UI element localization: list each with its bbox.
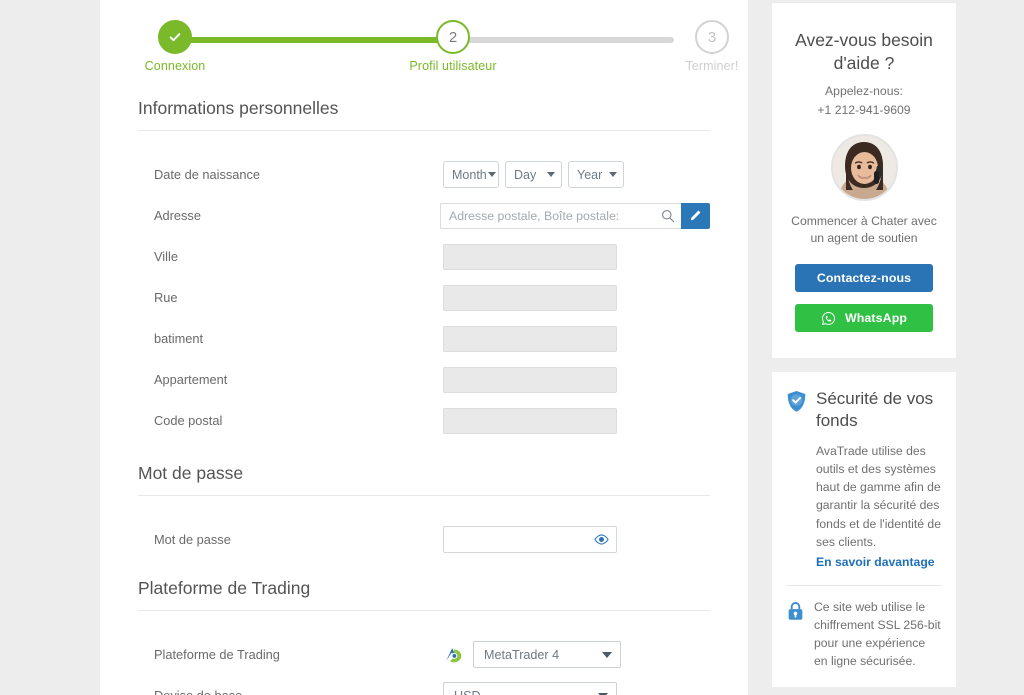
section-title-password: Mot de passe [138,463,710,496]
street-input[interactable] [443,284,617,311]
birthdate-selects: Month Day Year [443,161,630,188]
whatsapp-button-label: WhatsApp [844,311,908,326]
field-row-postal-code: Code postal [138,400,710,441]
field-row-password: Mot de passe [138,519,710,560]
field-row-trading-platform: Plateforme de Trading MetaTrader 4 [138,634,710,675]
password-control [443,526,617,553]
contact-us-button[interactable]: Contactez-nous [795,264,933,293]
postal-code-input[interactable] [443,407,617,434]
address-placeholder: Adresse postale, Boîte postale: [449,208,620,223]
field-row-building: batiment [138,318,710,359]
security-divider [786,584,942,586]
section-title-trading-platform: Plateforme de Trading [138,578,710,611]
label-base-currency: Devise de base [138,688,443,695]
trading-platform-value: MetaTrader 4 [484,647,560,662]
address-control: Adresse postale, Boîte postale: [440,202,710,229]
building-control [443,325,617,352]
city-input[interactable] [443,243,617,270]
password-fields-area: Mot de passe [100,519,748,560]
stepper-step-terminer[interactable]: 3 Terminer! [657,20,767,73]
stepper-label-2: Profil utilisateur [409,59,497,73]
pencil-icon [690,210,701,221]
label-postal-code: Code postal [154,413,223,428]
apartment-input[interactable] [443,366,617,393]
city-control [443,243,617,270]
security-panel: Sécurité de vos fonds AvaTrade utilise d… [772,372,956,687]
security-panel-header: Sécurité de vos fonds [786,388,942,432]
registration-form-card: Connexion 2 Profil utilisateur 3 Termine… [100,0,748,695]
lock-icon [788,601,803,620]
birthdate-day-select[interactable]: Day [505,161,562,188]
metatrader-logo-icon [446,647,462,662]
label-city: Ville [154,249,178,264]
security-panel-title: Sécurité de vos fonds [816,389,934,430]
birthdate-month-select[interactable]: Month [443,161,499,188]
help-panel-title: Avez-vous besoin d'aide ? [795,30,933,74]
shield-check-icon [787,391,806,412]
label-building: batiment [154,331,204,346]
eye-icon[interactable] [594,534,609,545]
chevron-down-icon [602,651,612,658]
progress-stepper: Connexion 2 Profil utilisateur 3 Termine… [138,20,738,82]
label-password: Mot de passe [154,532,231,547]
stepper-circle-2: 2 [436,20,470,54]
section-title-personal-info: Informations personnelles [138,98,710,131]
search-icon [662,209,675,222]
birthdate-year-value: Year [577,167,603,182]
birthdate-year-select[interactable]: Year [568,161,624,188]
check-icon [169,33,181,42]
call-us-label: Appelez-nous: [825,84,903,99]
security-panel-body: AvaTrade utilise des outils et des systè… [816,443,941,549]
label-street: Rue [154,290,178,305]
field-row-birthdate: Date de naissance Month Day Year [138,154,710,195]
building-input[interactable] [443,325,617,352]
field-row-city: Ville [138,236,710,277]
chat-invite-text: Commencer à Chater avec un agent de sout… [791,213,937,246]
whatsapp-icon [821,311,835,325]
address-input[interactable]: Adresse postale, Boîte postale: [440,202,681,229]
agent-photo [832,135,896,199]
birthdate-month-value: Month [452,167,487,182]
label-apartment: Appartement [154,372,228,387]
learn-more-link[interactable]: En savoir davantage [816,553,942,571]
chevron-down-icon [487,172,496,177]
field-row-base-currency: Devise de base USD [138,675,710,695]
stepper-step-connexion[interactable]: Connexion [120,20,230,73]
stepper-label-1: Connexion [144,59,206,73]
stepper-label-3: Terminer! [685,59,739,73]
right-sidebar: Avez-vous besoin d'aide ? Appelez-nous: … [772,0,956,687]
street-control [443,284,617,311]
help-panel: Avez-vous besoin d'aide ? Appelez-nous: … [772,3,956,358]
platform-fields-area: Plateforme de Trading MetaTrader 4 Devis… [100,634,748,695]
ssl-notice: Ce site web utilise le chiffrement SSL 2… [786,598,942,671]
password-input-wrapper[interactable] [443,526,617,553]
chevron-down-icon [547,172,555,177]
trading-platform-control: MetaTrader 4 [443,641,621,668]
label-trading-platform: Plateforme de Trading [154,647,280,662]
birthdate-day-value: Day [514,167,537,182]
base-currency-control: USD [443,682,617,695]
chevron-down-icon [609,172,617,177]
phone-number[interactable]: +1 212-941-9609 [786,101,942,119]
field-row-apartment: Appartement [138,359,710,400]
field-row-address: Adresse Adresse postale, Boîte postale: [138,195,710,236]
stepper-circle-1 [158,20,192,54]
stepper-circle-3: 3 [695,20,729,54]
base-currency-select[interactable]: USD [443,682,617,695]
postal-code-control [443,407,617,434]
ssl-notice-text: Ce site web utilise le chiffrement SSL 2… [814,599,941,669]
whatsapp-button[interactable]: WhatsApp [795,304,933,333]
address-edit-button[interactable] [681,202,710,229]
apartment-control [443,366,617,393]
support-agent-avatar [830,133,898,201]
stepper-step-profil[interactable]: 2 Profil utilisateur [398,20,508,73]
label-birthdate: Date de naissance [154,167,260,182]
page-root: Connexion 2 Profil utilisateur 3 Termine… [0,0,1024,695]
trading-platform-select[interactable]: MetaTrader 4 [473,641,621,668]
base-currency-value: USD [454,689,481,695]
label-address: Adresse [154,208,201,223]
form-fields-area: Date de naissance Month Day Year Adresse… [100,154,748,441]
field-row-street: Rue [138,277,710,318]
